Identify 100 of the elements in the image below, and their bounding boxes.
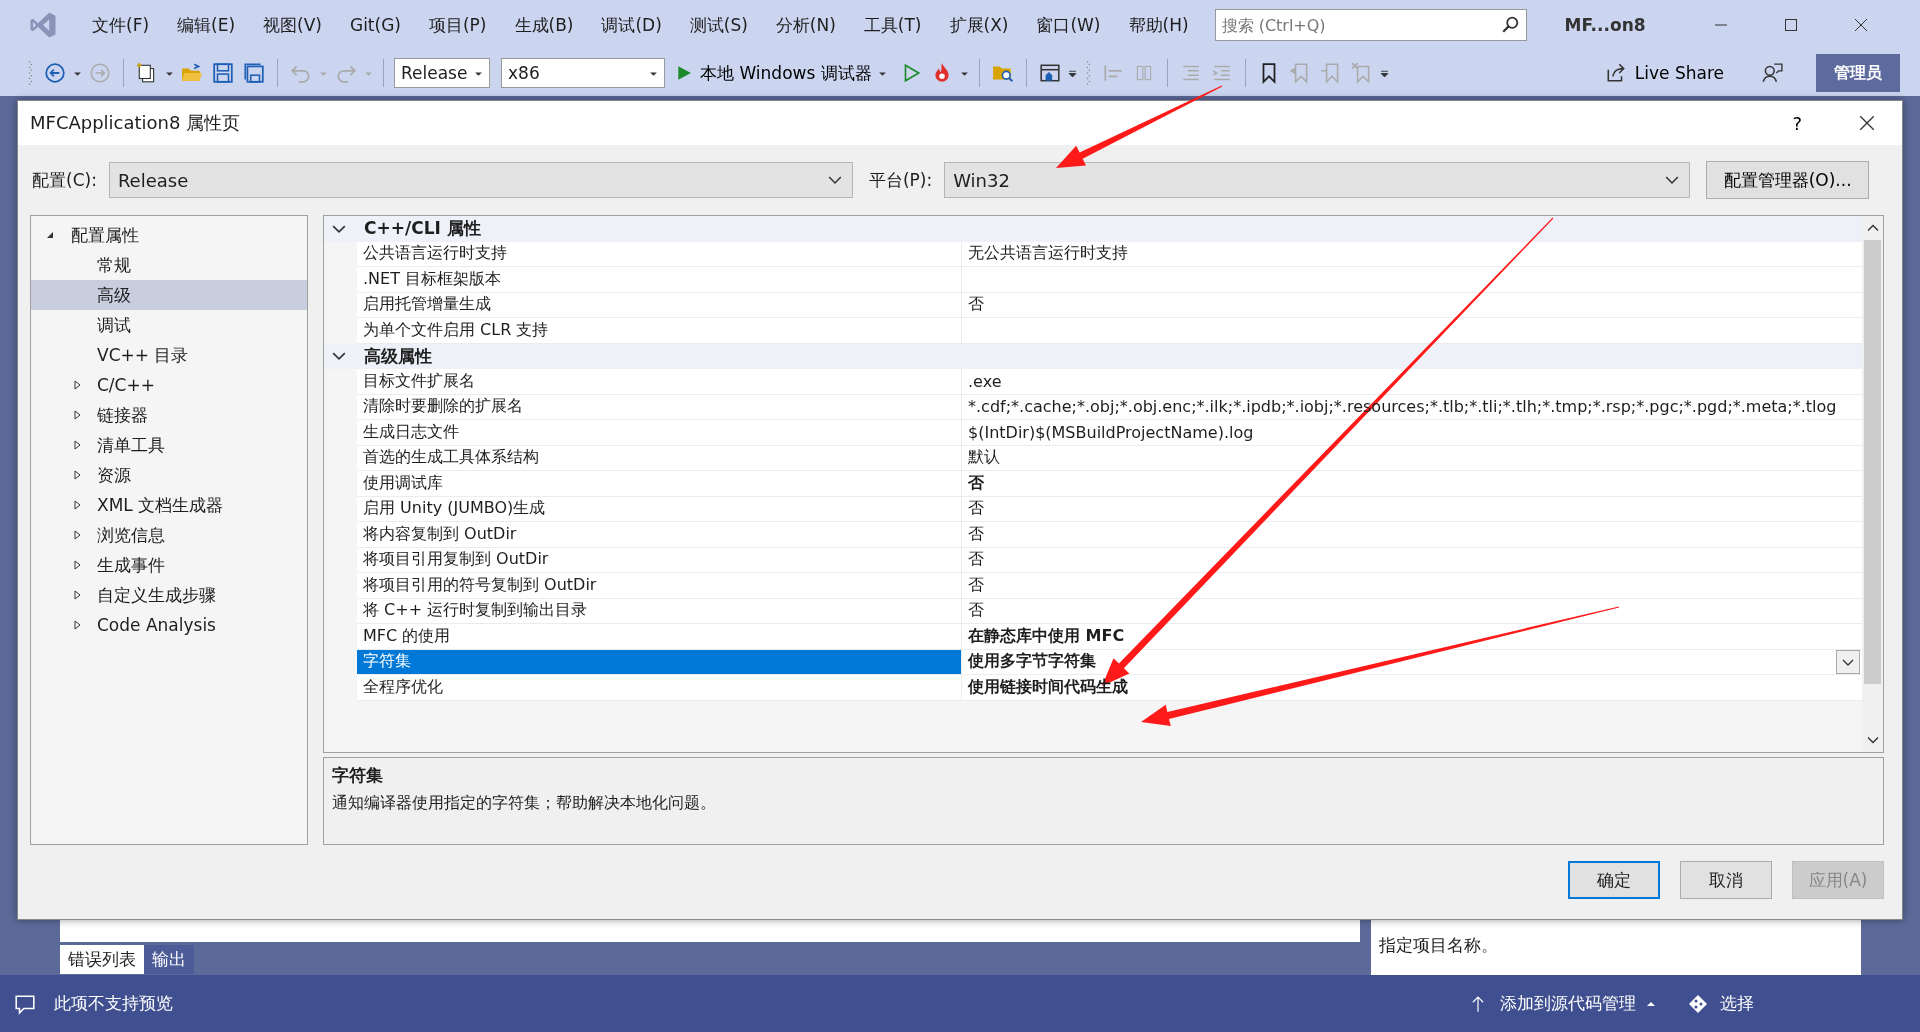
triangle-icon	[73, 560, 83, 570]
property-name[interactable]: MFC 的使用	[357, 624, 962, 649]
property-value: 否	[968, 472, 985, 494]
property-name[interactable]: 将项目引用复制到 OutDir	[357, 547, 962, 572]
logo-icon	[28, 10, 58, 40]
maximize-icon[interactable]	[1782, 17, 1799, 33]
collapse-icon[interactable]	[332, 223, 346, 234]
tree-item[interactable]: 调试	[31, 310, 307, 340]
property-name[interactable]: 字符集	[357, 649, 962, 674]
triangle-icon	[73, 470, 83, 480]
search-field[interactable]: 搜索 (Ctrl+Q)	[1214, 9, 1527, 41]
configuration-manager-button[interactable]: 配置管理器(O)...	[1706, 161, 1870, 199]
configuration-dropdown[interactable]: Release	[394, 58, 490, 88]
back-icon[interactable]	[44, 62, 66, 84]
triangle-icon	[73, 410, 83, 420]
window-title: MF...on8	[1564, 15, 1646, 35]
platform-dropdown[interactable]: Win32	[944, 162, 1691, 198]
dialog-title: MFCApplication8 属性页	[30, 111, 242, 135]
property-name[interactable]: 目标文件扩展名	[357, 369, 962, 394]
menu-item[interactable]: 调试(D)	[587, 9, 676, 41]
tree-item[interactable]: 浏览信息	[31, 520, 307, 550]
panel-tab[interactable]: 输出	[144, 945, 194, 974]
section-header: C++/CLI 属性	[364, 217, 481, 241]
tree-item[interactable]: C/C++	[31, 370, 307, 400]
menu-item[interactable]: 分析(N)	[761, 9, 850, 41]
platform-dropdown[interactable]: x86	[501, 58, 665, 88]
menu-item[interactable]: 工具(T)	[849, 9, 936, 41]
open-folder-icon[interactable]	[181, 62, 203, 84]
menu-item[interactable]: 窗口(W)	[1022, 9, 1115, 41]
close-icon[interactable]	[1852, 17, 1869, 33]
property-name[interactable]: 启用 Unity (JUMBO)生成	[357, 496, 962, 521]
property-name[interactable]: 启用托管增量生成	[357, 292, 962, 317]
property-value: 否	[968, 498, 985, 520]
repository-button[interactable]: 选择	[1682, 991, 1760, 1016]
dialog-button[interactable]: 确定	[1568, 861, 1660, 899]
property-name[interactable]: 使用调试库	[357, 471, 962, 496]
grip-icon	[1085, 59, 1091, 87]
description-title: 字符集	[332, 764, 384, 787]
chevron-down-icon	[827, 175, 842, 185]
property-name[interactable]: 生成日志文件	[357, 420, 962, 445]
dropdown-button[interactable]	[1836, 649, 1860, 674]
scroll-down-icon[interactable]	[1866, 736, 1879, 744]
live-share-button[interactable]: Live Share	[1600, 62, 1728, 84]
feedback-person-icon[interactable]	[1761, 62, 1783, 84]
property-name[interactable]: 将内容复制到 OutDir	[357, 522, 962, 547]
configuration-label: 配置(C):	[32, 168, 97, 192]
save-all-icon[interactable]	[243, 62, 265, 84]
tree-item[interactable]: VC++ 目录	[31, 340, 307, 370]
tree-item[interactable]: 高级	[31, 280, 307, 310]
tree-item[interactable]: XML 文档生成器	[31, 490, 307, 520]
triangle-icon	[73, 500, 83, 510]
panel-tab[interactable]: 错误列表	[60, 945, 144, 974]
menu-item[interactable]: 项目(P)	[414, 9, 501, 41]
configuration-dropdown[interactable]: Release	[108, 162, 853, 198]
dropdown-caret-icon[interactable]	[1067, 68, 1077, 78]
admin-button[interactable]: 管理员	[1816, 54, 1900, 92]
collapse-icon[interactable]	[332, 351, 346, 362]
menu-item[interactable]: 编辑(E)	[163, 9, 250, 41]
source-control-button[interactable]: 添加到源代码管理	[1466, 991, 1662, 1016]
dialog-button[interactable]: 取消	[1680, 861, 1772, 899]
property-value: 否	[968, 523, 985, 545]
property-description: 指定项目名称。	[1379, 935, 1498, 955]
dropdown-caret-icon[interactable]	[1379, 68, 1389, 78]
triangle-icon	[73, 380, 83, 390]
platform-label: 平台(P):	[868, 168, 933, 192]
tree-item[interactable]: Code Analysis	[31, 610, 307, 640]
menu-item[interactable]: 测试(S)	[675, 9, 762, 41]
menu-item[interactable]: 生成(B)	[500, 9, 588, 41]
search-icon	[1500, 16, 1519, 34]
status-message: 此项不支持预览	[54, 992, 173, 1015]
property-value: 在静态库中使用 MFC	[968, 625, 1126, 647]
property-name[interactable]: 将 C++ 运行时复制到输出目录	[357, 598, 962, 623]
triangle-icon	[73, 620, 83, 630]
property-value: 无公共语言运行时支持	[968, 243, 1129, 265]
property-name[interactable]: 公共语言运行时支持	[357, 241, 962, 266]
scrollbar[interactable]	[1862, 216, 1883, 752]
scroll-up-icon[interactable]	[1866, 224, 1879, 232]
menu-item[interactable]: 扩展(X)	[935, 9, 1023, 41]
close-icon[interactable]	[1858, 114, 1876, 132]
menu-item[interactable]: 帮助(H)	[1114, 9, 1203, 41]
description-text: 通知编译器使用指定的字符集；帮助解决本地化问题。	[332, 793, 717, 814]
help-button[interactable]: ?	[1786, 112, 1808, 134]
save-icon[interactable]	[212, 62, 234, 84]
window-icon[interactable]	[1038, 62, 1061, 84]
menu-item[interactable]: Git(G)	[335, 11, 415, 39]
tree-item[interactable]: 链接器	[31, 400, 307, 430]
property-value: 否	[968, 549, 985, 571]
tree-item[interactable]: 清单工具	[31, 430, 307, 460]
tree-item[interactable]: 资源	[31, 460, 307, 490]
property-name[interactable]: 清除时要删除的扩展名	[357, 394, 962, 419]
property-name[interactable]: 首选的生成工具体系结构	[357, 445, 962, 470]
tree-item[interactable]: 生成事件	[31, 550, 307, 580]
run-button[interactable]: 本地 Windows 调试器	[670, 61, 893, 85]
property-name[interactable]: 全程序优化	[357, 675, 962, 700]
tree-item[interactable]: 配置属性	[31, 220, 307, 250]
property-name[interactable]: 将项目引用的符号复制到 OutDir	[357, 573, 962, 598]
menu-item[interactable]: 文件(F)	[78, 9, 164, 41]
tree-item[interactable]: 自定义生成步骤	[31, 580, 307, 610]
menu-item[interactable]: 视图(V)	[249, 9, 336, 41]
tree-item[interactable]: 常规	[31, 250, 307, 280]
